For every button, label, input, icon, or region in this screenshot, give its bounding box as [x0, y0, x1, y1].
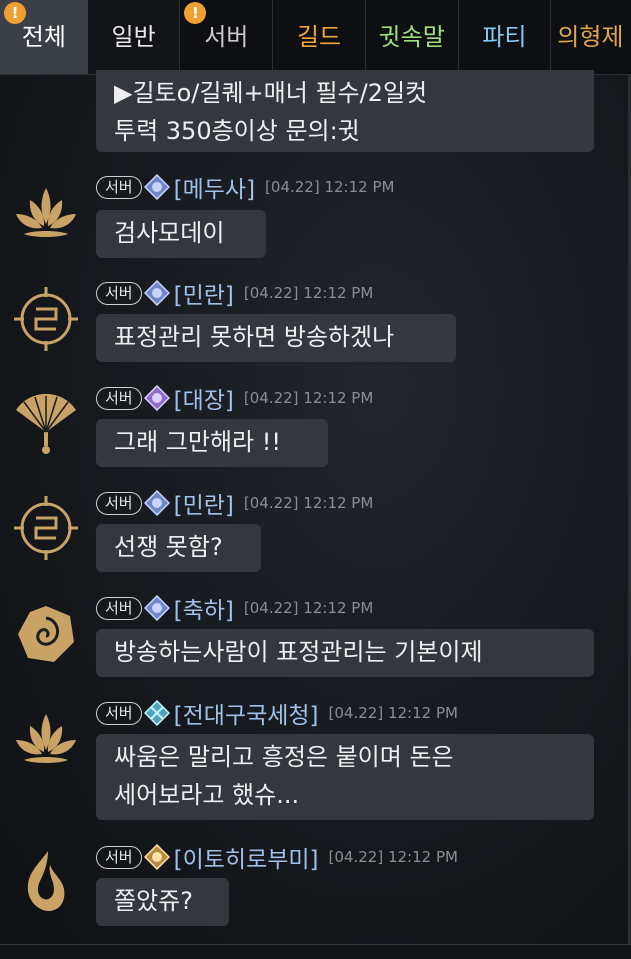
- message-text: ▶길토o/길퀘+매너 필수/2일컷: [114, 79, 428, 107]
- timestamp: [04.22] 12:12 PM: [243, 599, 374, 617]
- knot-emblem-icon[interactable]: [10, 283, 82, 355]
- chat-message-bubble: 방송하는사람이 표정관리는 기본이제: [96, 629, 594, 677]
- tab-label: 파티: [482, 22, 527, 51]
- sender-name[interactable]: [대장]: [174, 381, 234, 415]
- rank-emblem-blue-icon: [143, 595, 170, 621]
- chat-message-bubble: 싸움은 말리고 흥정은 붙이며 돈은 세어보라고 했슈...: [96, 734, 594, 820]
- flame-icon[interactable]: [10, 845, 82, 917]
- message-text: 쫄았쥬?: [114, 887, 193, 915]
- sender-name[interactable]: [민란]: [174, 486, 234, 520]
- tab-label: 일반: [111, 22, 156, 51]
- tab-label: 길드: [296, 22, 342, 51]
- rank-emblem-blue-icon: [143, 490, 170, 516]
- notification-badge: !: [4, 2, 26, 24]
- message-header: 서버 [메두사] [04.22] 12:12 PM: [96, 170, 395, 204]
- message-text: 검사모데이: [114, 219, 225, 247]
- tab-general[interactable]: 일반: [87, 0, 181, 74]
- server-tag: 서버: [96, 491, 142, 515]
- server-tag: 서버: [96, 386, 142, 410]
- sender-name[interactable]: [축하]: [174, 591, 234, 625]
- server-tag: 서버: [96, 596, 142, 620]
- rose-icon[interactable]: [10, 598, 82, 670]
- server-tag: 서버: [96, 845, 142, 869]
- tab-label: 의형제: [557, 22, 624, 51]
- chat-message-bubble: 선쟁 못함?: [96, 524, 261, 572]
- tab-label: 귓속말: [378, 22, 445, 51]
- tab-brotherhood[interactable]: 의형제: [551, 0, 631, 74]
- message-header: 서버 [민란] [04.22] 12:12 PM: [96, 486, 374, 520]
- message-text: 선쟁 못함?: [114, 533, 223, 561]
- tab-whisper[interactable]: 귓속말: [366, 0, 459, 74]
- chat-message-bubble: 검사모데이: [96, 210, 266, 258]
- timestamp: [04.22] 12:12 PM: [243, 389, 374, 407]
- chat-channel-tabs: ! 전체 일반 ! 서버 길드 귓속말 파티 의형제: [0, 0, 631, 75]
- message-text: 싸움은 말리고 흥정은 붙이며 돈은: [114, 743, 454, 771]
- sender-name[interactable]: [민란]: [174, 276, 234, 310]
- rank-emblem-blue-icon: [143, 174, 170, 200]
- tab-label: 전체: [21, 22, 66, 51]
- lotus-icon[interactable]: [10, 180, 82, 252]
- rank-emblem-gold-icon: [143, 844, 170, 870]
- tab-server[interactable]: ! 서버: [180, 0, 274, 74]
- message-header: 서버 [민란] [04.22] 12:12 PM: [96, 276, 374, 310]
- message-text: 방송하는사람이 표정관리는 기본이제: [114, 638, 483, 666]
- lotus-icon[interactable]: [10, 706, 82, 778]
- server-tag: 서버: [96, 175, 142, 199]
- tab-guild[interactable]: 길드: [273, 0, 366, 74]
- input-area-edge: [0, 945, 631, 959]
- tab-label: 서버: [204, 22, 249, 51]
- rank-emblem-blue-icon: [143, 280, 170, 306]
- message-text: 세어보라고 했슈...: [114, 781, 300, 809]
- chat-message-bubble: ▶길토o/길퀘+매너 필수/2일컷 투력 350층이상 문의:귓: [96, 70, 594, 152]
- notification-badge: !: [184, 2, 207, 24]
- message-text: 그래 그만해라 !!: [114, 428, 281, 456]
- sender-name[interactable]: [메두사]: [174, 170, 255, 204]
- server-tag: 서버: [96, 701, 142, 725]
- message-header: 서버 [대장] [04.22] 12:12 PM: [96, 381, 374, 415]
- timestamp: [04.22] 12:12 PM: [243, 494, 374, 512]
- rank-emblem-cyan-icon: [143, 700, 170, 726]
- chat-message-bubble: 쫄았쥬?: [96, 878, 229, 926]
- timestamp: [04.22] 12:12 PM: [328, 704, 458, 722]
- tab-all[interactable]: ! 전체: [0, 0, 88, 74]
- knot-emblem-icon[interactable]: [10, 492, 82, 564]
- rank-emblem-purple-icon: [143, 385, 170, 411]
- timestamp: [04.22] 12:12 PM: [243, 284, 374, 302]
- tab-party[interactable]: 파티: [459, 0, 552, 74]
- chat-message-bubble: 표정관리 못하면 방송하겠나: [96, 314, 456, 362]
- chat-message-bubble: 그래 그만해라 !!: [96, 419, 328, 467]
- message-header: 서버 [축하] [04.22] 12:12 PM: [96, 591, 374, 625]
- message-header: 서버 [전대구국세청] [04.22] 12:12 PM: [96, 696, 458, 730]
- fan-icon[interactable]: [10, 388, 82, 460]
- timestamp: [04.22] 12:12 PM: [328, 848, 458, 866]
- message-text: 표정관리 못하면 방송하겠나: [114, 323, 395, 351]
- sender-name[interactable]: [이토히로부미]: [174, 840, 319, 874]
- sender-name[interactable]: [전대구국세청]: [174, 696, 319, 730]
- message-text: 투력 350층이상 문의:귓: [114, 117, 360, 145]
- server-tag: 서버: [96, 281, 142, 305]
- message-header: 서버 [이토히로부미] [04.22] 12:12 PM: [96, 840, 458, 874]
- timestamp: [04.22] 12:12 PM: [265, 178, 395, 196]
